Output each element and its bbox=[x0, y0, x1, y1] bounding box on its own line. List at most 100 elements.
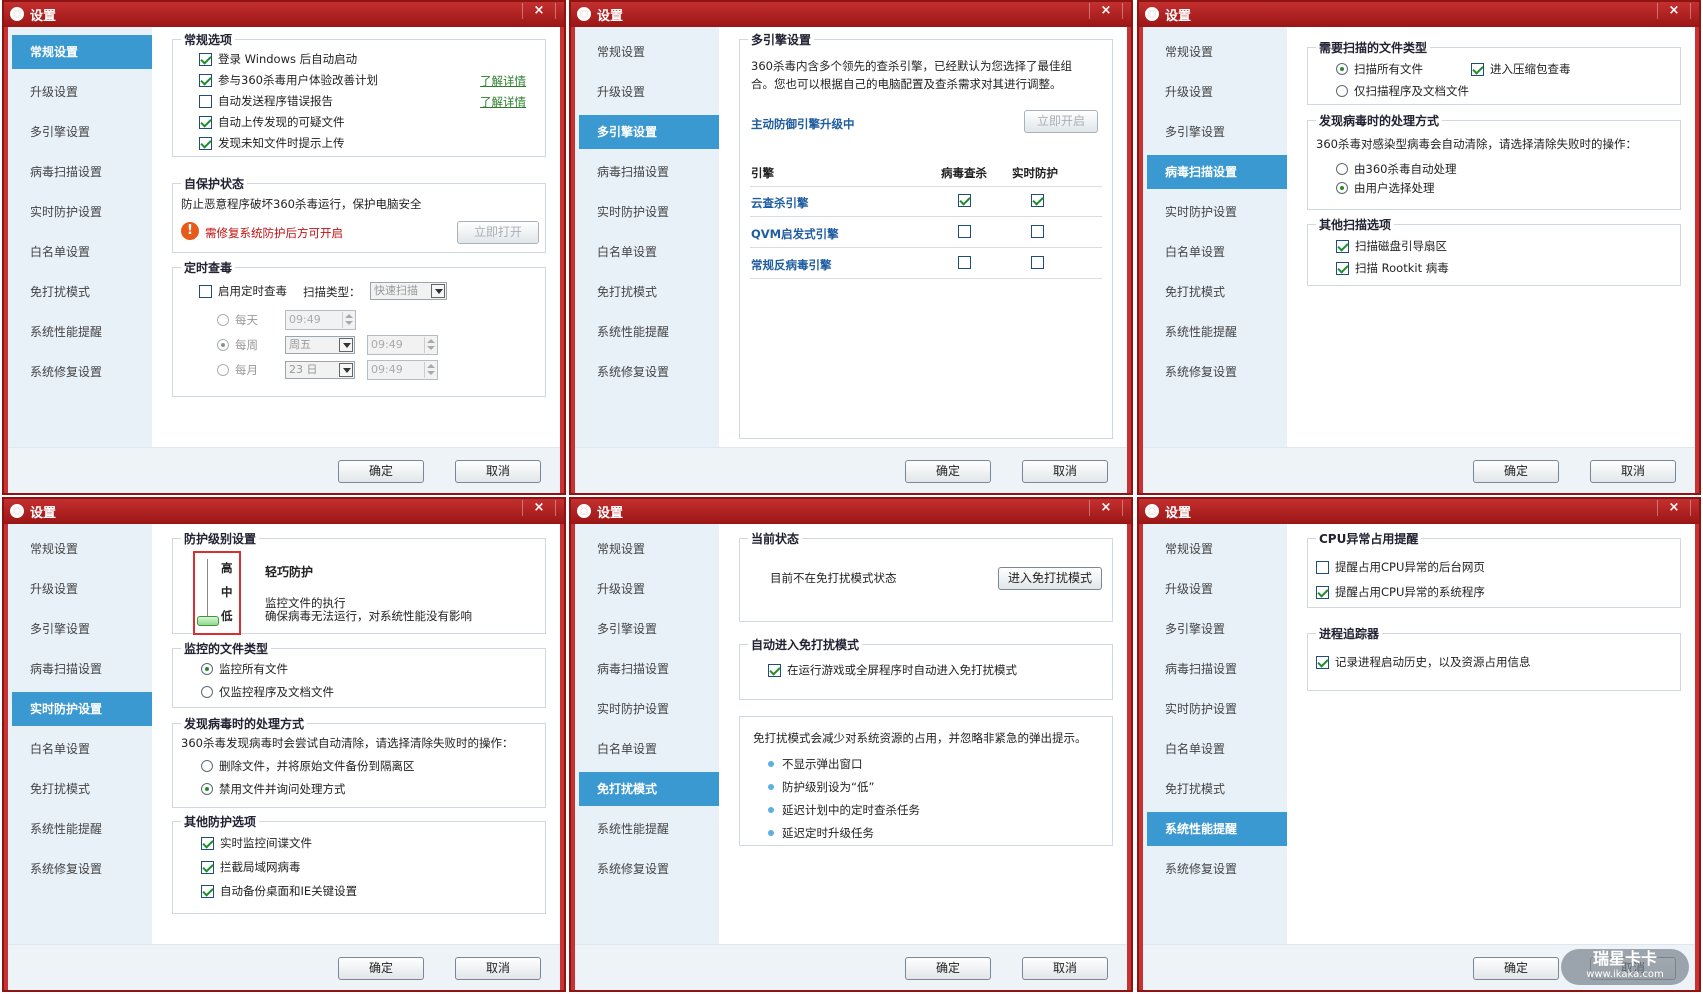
monthday-select[interactable]: 23 日 bbox=[285, 361, 355, 379]
slider-thumb[interactable] bbox=[197, 616, 219, 626]
sidebar-item-performance[interactable]: 系统性能提醒 bbox=[12, 315, 152, 349]
sidebar-item-general[interactable]: 常规设置 bbox=[12, 532, 152, 566]
checkbox-backup-ie[interactable] bbox=[201, 884, 214, 898]
sidebar-item-realtime[interactable]: 实时防护设置 bbox=[1147, 692, 1287, 726]
sidebar-item-general[interactable]: 常规设置 bbox=[1147, 532, 1287, 566]
checkbox-rt-qvm[interactable] bbox=[1031, 225, 1044, 238]
radio-disable-ask[interactable] bbox=[201, 783, 213, 795]
sidebar-item-whitelist[interactable]: 白名单设置 bbox=[12, 235, 152, 269]
sidebar-item-virus-scan[interactable]: 病毒扫描设置 bbox=[1147, 652, 1287, 686]
ok-button[interactable]: 确定 bbox=[905, 460, 991, 483]
sidebar-item-whitelist[interactable]: 白名单设置 bbox=[579, 732, 719, 766]
sidebar-item-general[interactable]: 常规设置 bbox=[12, 35, 152, 69]
title-bar[interactable]: 设置 × bbox=[571, 2, 1131, 27]
close-icon[interactable]: × bbox=[1657, 500, 1691, 516]
close-icon[interactable]: × bbox=[522, 3, 556, 19]
checkbox-spyware[interactable] bbox=[201, 836, 214, 850]
monthly-time-input[interactable]: 09:49 bbox=[367, 360, 438, 380]
sidebar-item-multi-engine[interactable]: 多引擎设置 bbox=[12, 115, 152, 149]
radio-daily[interactable] bbox=[217, 314, 229, 326]
title-bar[interactable]: 设置 × bbox=[571, 499, 1131, 524]
enter-dnd-button[interactable]: 进入免打扰模式 bbox=[998, 567, 1102, 590]
checkbox[interactable] bbox=[199, 284, 212, 298]
checkbox-cpu-web[interactable] bbox=[1316, 560, 1329, 574]
sidebar-item-repair[interactable]: 系统修复设置 bbox=[1147, 355, 1287, 389]
open-now-button[interactable]: 立即打开 bbox=[457, 221, 539, 244]
sidebar-item-upgrade[interactable]: 升级设置 bbox=[579, 572, 719, 606]
title-bar[interactable]: 设置 × bbox=[4, 2, 564, 27]
cancel-button[interactable]: 取消 bbox=[1022, 460, 1108, 483]
radio-auto-handle[interactable] bbox=[1336, 163, 1348, 175]
sidebar-item-dnd[interactable]: 免打扰模式 bbox=[1147, 772, 1287, 806]
checkbox-scan-qvm[interactable] bbox=[958, 225, 971, 238]
sidebar-item-multi-engine[interactable]: 多引擎设置 bbox=[1147, 612, 1287, 646]
radio-delete-backup[interactable] bbox=[201, 760, 213, 772]
radio-monitor-all[interactable] bbox=[201, 663, 213, 675]
title-bar[interactable]: 设置 × bbox=[4, 499, 564, 524]
checkbox[interactable] bbox=[199, 52, 212, 66]
checkbox-rt-av[interactable] bbox=[1031, 256, 1044, 269]
ok-button[interactable]: 确定 bbox=[1473, 957, 1559, 980]
sidebar-item-realtime[interactable]: 实时防护设置 bbox=[1147, 195, 1287, 229]
ok-button[interactable]: 确定 bbox=[1473, 460, 1559, 483]
sidebar-item-performance[interactable]: 系统性能提醒 bbox=[579, 315, 719, 349]
weekly-time-input[interactable]: 09:49 bbox=[367, 335, 438, 355]
close-icon[interactable]: × bbox=[522, 500, 556, 516]
ok-button[interactable]: 确定 bbox=[338, 460, 424, 483]
sidebar-item-performance[interactable]: 系统性能提醒 bbox=[1147, 315, 1287, 349]
sidebar-item-virus-scan[interactable]: 病毒扫描设置 bbox=[1147, 155, 1287, 189]
learn-more-link[interactable]: 了解详情 bbox=[480, 73, 526, 89]
enable-now-button[interactable]: 立即开启 bbox=[1024, 110, 1098, 133]
sidebar-item-realtime[interactable]: 实时防护设置 bbox=[579, 692, 719, 726]
sidebar-item-performance[interactable]: 系统性能提醒 bbox=[579, 812, 719, 846]
sidebar-item-realtime[interactable]: 实时防护设置 bbox=[12, 195, 152, 229]
sidebar-item-upgrade[interactable]: 升级设置 bbox=[1147, 75, 1287, 109]
sidebar-item-repair[interactable]: 系统修复设置 bbox=[12, 852, 152, 886]
checkbox-boot-sector[interactable] bbox=[1336, 239, 1349, 253]
sidebar-item-repair[interactable]: 系统修复设置 bbox=[1147, 852, 1287, 886]
cancel-button[interactable]: 取消 bbox=[1590, 460, 1676, 483]
sidebar-item-performance[interactable]: 系统性能提醒 bbox=[12, 812, 152, 846]
sidebar-item-dnd[interactable]: 免打扰模式 bbox=[12, 275, 152, 309]
sidebar-item-repair[interactable]: 系统修复设置 bbox=[12, 355, 152, 389]
sidebar-item-upgrade[interactable]: 升级设置 bbox=[12, 572, 152, 606]
checkbox-scan-archives[interactable] bbox=[1471, 62, 1484, 76]
cancel-button[interactable]: 取消 bbox=[455, 957, 541, 980]
checkbox[interactable] bbox=[199, 73, 212, 87]
scan-type-select[interactable]: 快速扫描 bbox=[370, 282, 447, 300]
radio-monitor-programs[interactable] bbox=[201, 686, 213, 698]
daily-time-input[interactable]: 09:49 bbox=[285, 310, 356, 330]
checkbox-lan-virus[interactable] bbox=[201, 860, 214, 874]
close-icon[interactable]: × bbox=[1089, 500, 1123, 516]
sidebar-item-dnd[interactable]: 免打扰模式 bbox=[12, 772, 152, 806]
checkbox[interactable] bbox=[199, 94, 212, 108]
sidebar-item-multi-engine[interactable]: 多引擎设置 bbox=[579, 115, 719, 149]
sidebar-item-multi-engine[interactable]: 多引擎设置 bbox=[12, 612, 152, 646]
sidebar-item-virus-scan[interactable]: 病毒扫描设置 bbox=[579, 652, 719, 686]
radio-monthly[interactable] bbox=[217, 364, 229, 376]
spinner-arrows-icon[interactable] bbox=[424, 362, 436, 378]
sidebar-item-virus-scan[interactable]: 病毒扫描设置 bbox=[12, 652, 152, 686]
checkbox-scan-av[interactable] bbox=[958, 256, 971, 269]
close-icon[interactable]: × bbox=[1657, 3, 1691, 19]
sidebar-item-multi-engine[interactable]: 多引擎设置 bbox=[579, 612, 719, 646]
sidebar-item-general[interactable]: 常规设置 bbox=[1147, 35, 1287, 69]
sidebar-item-dnd[interactable]: 免打扰模式 bbox=[1147, 275, 1287, 309]
ok-button[interactable]: 确定 bbox=[338, 957, 424, 980]
sidebar-item-general[interactable]: 常规设置 bbox=[579, 532, 719, 566]
learn-more-link[interactable]: 了解详情 bbox=[480, 94, 526, 110]
sidebar-item-dnd[interactable]: 免打扰模式 bbox=[579, 275, 719, 309]
cancel-button[interactable]: 取消 bbox=[455, 460, 541, 483]
sidebar-item-virus-scan[interactable]: 病毒扫描设置 bbox=[579, 155, 719, 189]
ok-button[interactable]: 确定 bbox=[905, 957, 991, 980]
checkbox-cpu-program[interactable] bbox=[1316, 585, 1329, 599]
radio-weekly[interactable] bbox=[217, 339, 229, 351]
title-bar[interactable]: 设置 × bbox=[1139, 2, 1699, 27]
checkbox[interactable] bbox=[199, 115, 212, 129]
checkbox-process-history[interactable] bbox=[1316, 655, 1329, 669]
sidebar-item-upgrade[interactable]: 升级设置 bbox=[12, 75, 152, 109]
checkbox-scan-cloud[interactable] bbox=[958, 194, 971, 207]
sidebar-item-upgrade[interactable]: 升级设置 bbox=[579, 75, 719, 109]
sidebar-item-realtime[interactable]: 实时防护设置 bbox=[12, 692, 152, 726]
protection-level-slider[interactable]: 高 中 低 bbox=[193, 551, 241, 635]
